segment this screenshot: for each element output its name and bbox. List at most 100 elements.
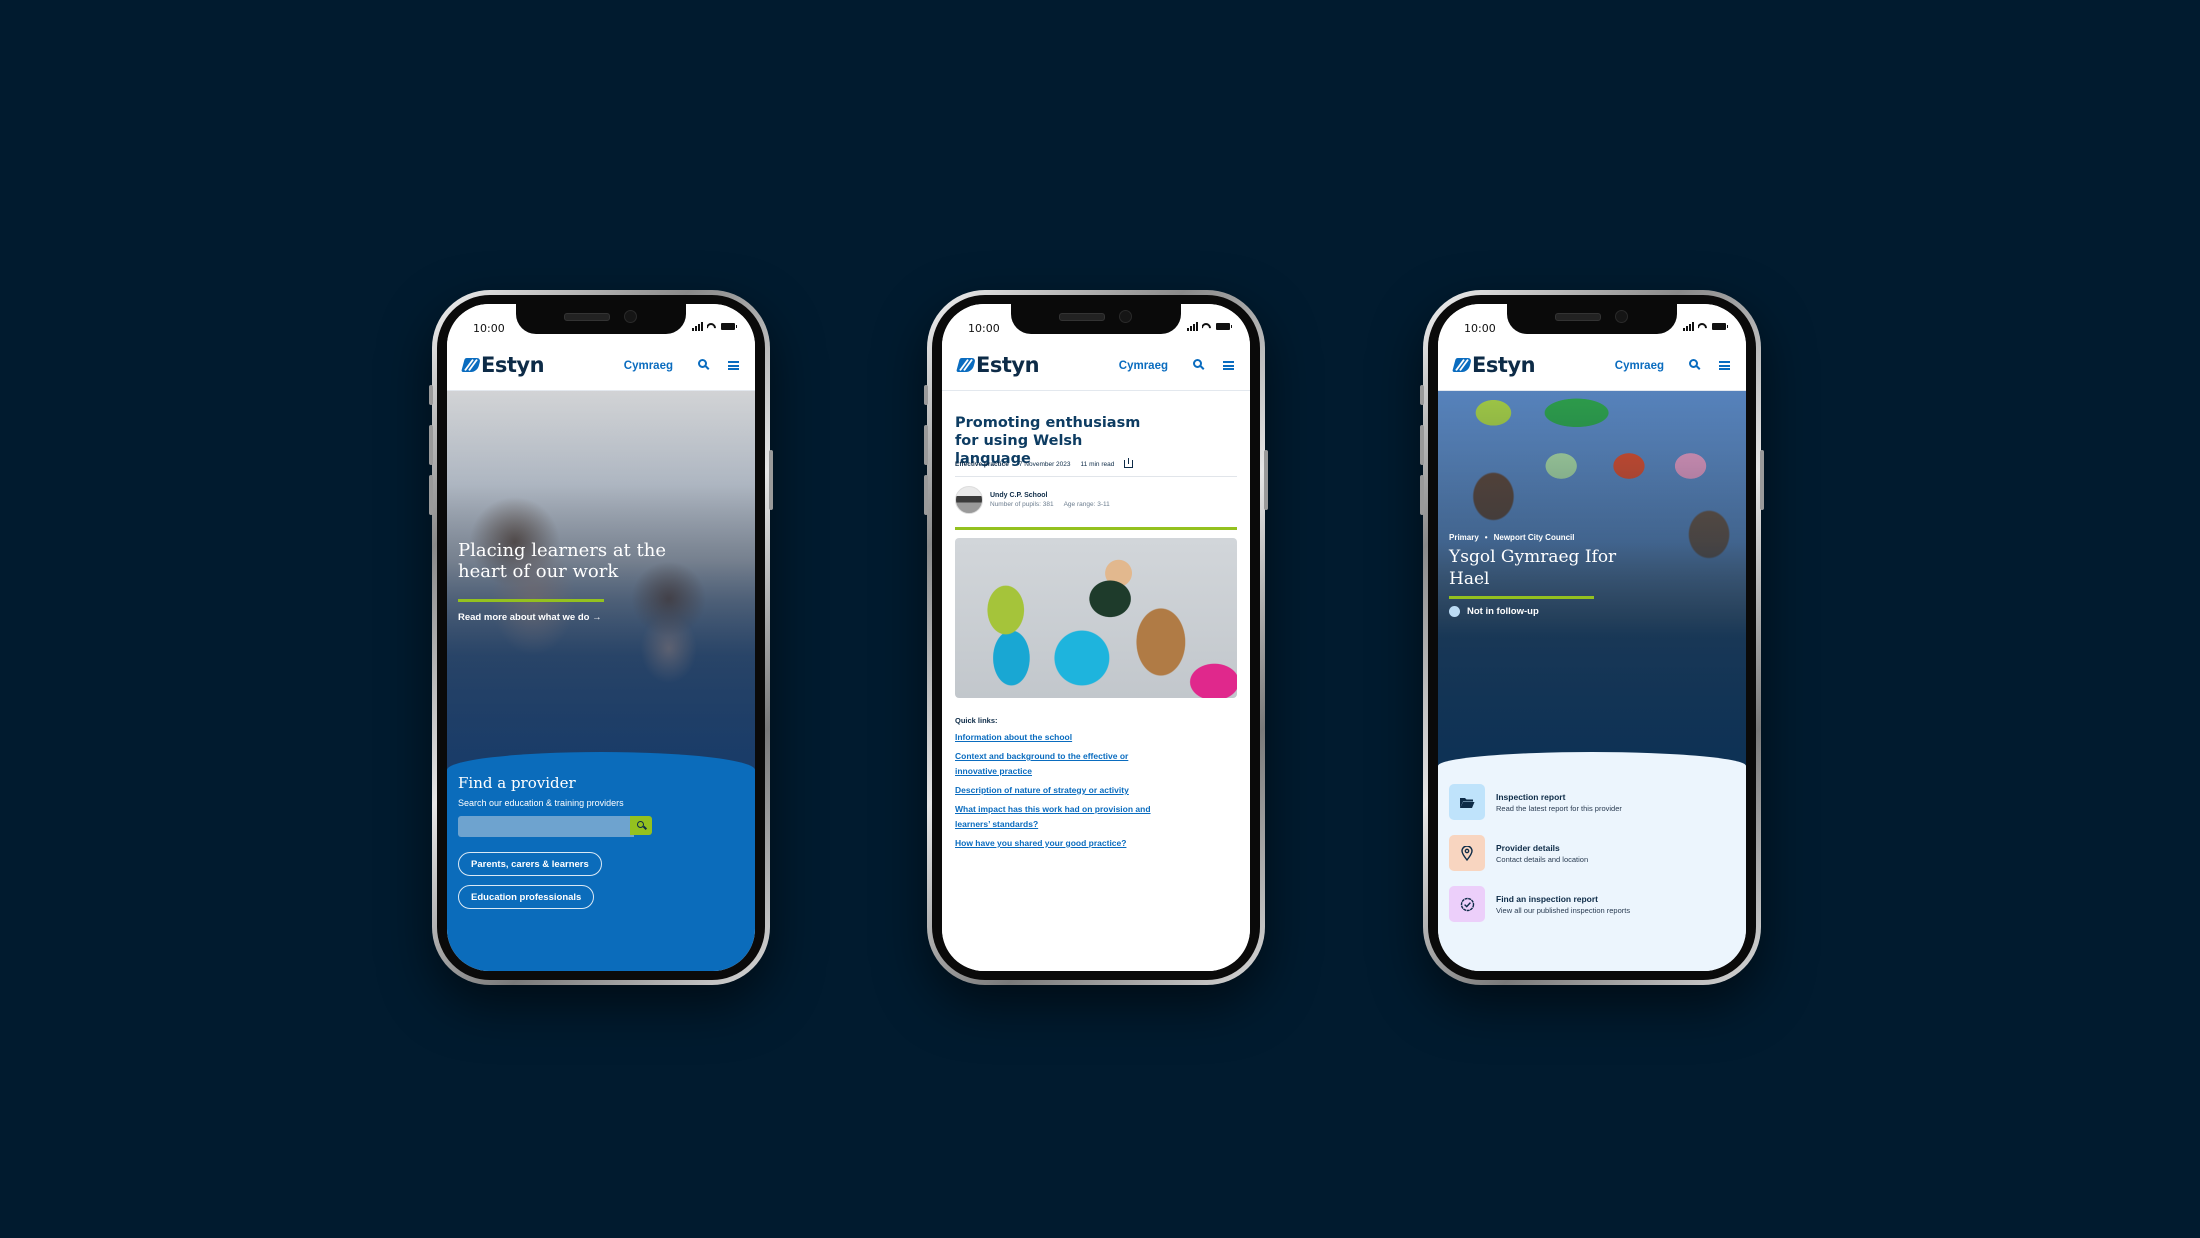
hero-accent-rule	[1449, 596, 1594, 599]
find-inspection-report-card[interactable]: Find an inspection report View all our p…	[1449, 886, 1630, 922]
article-read-time: 11 min read	[1080, 460, 1115, 468]
school-age-range: Age range: 3-11	[1063, 501, 1110, 508]
language-toggle-link[interactable]: Cymraeg	[624, 360, 673, 372]
article-type: Effective practice	[955, 460, 1009, 468]
signal-icon	[1187, 322, 1198, 331]
follow-up-status-text: Not in follow-up	[1467, 606, 1539, 617]
site-header: Estyn Cymraeg	[447, 342, 755, 391]
logo-text: Estyn	[481, 353, 545, 377]
provider-hero: Primary • Newport City Council Ysgol Gym…	[1438, 390, 1746, 770]
notch	[1507, 304, 1677, 334]
folder-open-icon	[1449, 784, 1485, 820]
phone-power-button	[1760, 450, 1764, 510]
estyn-logo-mark-icon	[461, 358, 481, 372]
phone-volume-up	[1420, 425, 1424, 465]
status-time: 10:00	[1464, 322, 1496, 335]
share-icon[interactable]	[1124, 458, 1134, 468]
estyn-logo[interactable]: Estyn	[461, 353, 545, 377]
education-professionals-button[interactable]: Education professionals	[458, 885, 595, 909]
card-description: View all our published inspection report…	[1496, 905, 1631, 915]
inspection-report-card[interactable]: Inspection report Read the latest report…	[1449, 784, 1622, 820]
read-more-link[interactable]: Read more about what we do →	[458, 612, 602, 623]
hamburger-menu-icon[interactable]	[728, 361, 739, 370]
quick-links-label: Quick links:	[955, 716, 998, 725]
quick-link[interactable]: What impact has this work had on provisi…	[955, 802, 1155, 832]
language-toggle-link[interactable]: Cymraeg	[1119, 360, 1168, 372]
phone-volume-up	[924, 425, 928, 465]
notch	[516, 304, 686, 334]
wifi-icon	[1202, 323, 1212, 331]
accent-rule	[955, 527, 1237, 530]
separator-dot: •	[1484, 533, 1488, 542]
phone-provider: 10:00 Estyn Cymraeg Primary • Newport Ci…	[1420, 290, 1764, 985]
card-description: Read the latest report for this provider	[1496, 803, 1622, 813]
search-icon[interactable]	[1193, 359, 1202, 368]
card-title: Find an inspection report	[1496, 893, 1599, 904]
estyn-logo-mark-icon	[1452, 358, 1472, 372]
badge-check-icon	[1449, 886, 1485, 922]
school-pupils: Number of pupils: 381	[990, 501, 1054, 508]
article-content: Promoting enthusiasm for using Welsh lan…	[942, 390, 1250, 971]
search-icon	[637, 821, 644, 828]
article-date: 7 November 2023	[1018, 460, 1071, 468]
wifi-icon	[707, 323, 717, 331]
provider-authority: Newport City Council	[1493, 533, 1575, 542]
site-header: Estyn Cymraeg	[1438, 342, 1746, 391]
estyn-logo[interactable]: Estyn	[956, 353, 1040, 377]
hamburger-menu-icon[interactable]	[1223, 361, 1234, 370]
phone-volume-up	[429, 425, 433, 465]
phone-mute-switch	[924, 385, 928, 405]
school-info: Undy C.P. School Number of pupils: 381 A…	[955, 486, 1110, 514]
phone-screen: 10:00 Estyn Cymraeg Promoting enthusiasm…	[942, 304, 1250, 971]
divider	[955, 476, 1237, 477]
quick-link[interactable]: Description of nature of strategy or act…	[955, 783, 1155, 798]
phone-screen: 10:00 Estyn Cymraeg Primary • Newport Ci…	[1438, 304, 1746, 971]
search-icon[interactable]	[1689, 359, 1698, 368]
card-description: Contact details and location	[1496, 854, 1589, 864]
hero-title: Placing learners at the heart of our wor…	[458, 540, 666, 582]
quick-link[interactable]: Context and background to the effective …	[955, 749, 1155, 779]
phone-volume-down	[429, 475, 433, 515]
provider-cards: Inspection report Read the latest report…	[1438, 752, 1746, 971]
quick-link[interactable]: Information about the school	[955, 730, 1155, 745]
phone-power-button	[1264, 450, 1268, 510]
signal-icon	[692, 322, 703, 331]
hero-accent-rule	[458, 599, 604, 602]
battery-icon	[721, 323, 737, 330]
article-meta: Effective practice 7 November 2023 11 mi…	[955, 458, 1134, 468]
hero-section: Placing learners at the heart of our wor…	[447, 390, 755, 770]
battery-icon	[1712, 323, 1728, 330]
phone-screen: 10:00 Estyn Cymraeg Placing learners at …	[447, 304, 755, 971]
estyn-logo[interactable]: Estyn	[1452, 353, 1536, 377]
hamburger-menu-icon[interactable]	[1719, 361, 1730, 370]
provider-search-input[interactable]	[458, 816, 634, 837]
phone-home: 10:00 Estyn Cymraeg Placing learners at …	[429, 290, 773, 985]
status-time: 10:00	[968, 322, 1000, 335]
find-provider-subtitle: Search our education & training provider…	[458, 798, 624, 808]
signal-icon	[1683, 322, 1694, 331]
provider-search-button[interactable]	[630, 816, 652, 835]
phone-volume-down	[924, 475, 928, 515]
logo-text: Estyn	[1472, 353, 1536, 377]
estyn-logo-mark-icon	[956, 358, 976, 372]
find-provider-section: Find a provider Search our education & t…	[447, 752, 755, 971]
phone-power-button	[769, 450, 773, 510]
provider-details-card[interactable]: Provider details Contact details and loc…	[1449, 835, 1588, 871]
phone-article: 10:00 Estyn Cymraeg Promoting enthusiasm…	[924, 290, 1268, 985]
phone-volume-down	[1420, 475, 1424, 515]
status-time: 10:00	[473, 322, 505, 335]
map-pin-icon	[1449, 835, 1485, 871]
provider-sector: Primary	[1449, 533, 1479, 542]
quick-link[interactable]: How have you shared your good practice?	[955, 836, 1155, 851]
article-image	[955, 538, 1237, 698]
find-provider-title: Find a provider	[458, 774, 576, 792]
battery-icon	[1216, 323, 1232, 330]
school-thumbnail	[955, 486, 983, 514]
phone-mute-switch	[1420, 385, 1424, 405]
notch	[1011, 304, 1181, 334]
card-title: Provider details	[1496, 842, 1560, 853]
school-name: Undy C.P. School	[990, 492, 1048, 499]
language-toggle-link[interactable]: Cymraeg	[1615, 360, 1664, 372]
parents-carers-learners-button[interactable]: Parents, carers & learners	[458, 852, 602, 876]
search-icon[interactable]	[698, 359, 707, 368]
